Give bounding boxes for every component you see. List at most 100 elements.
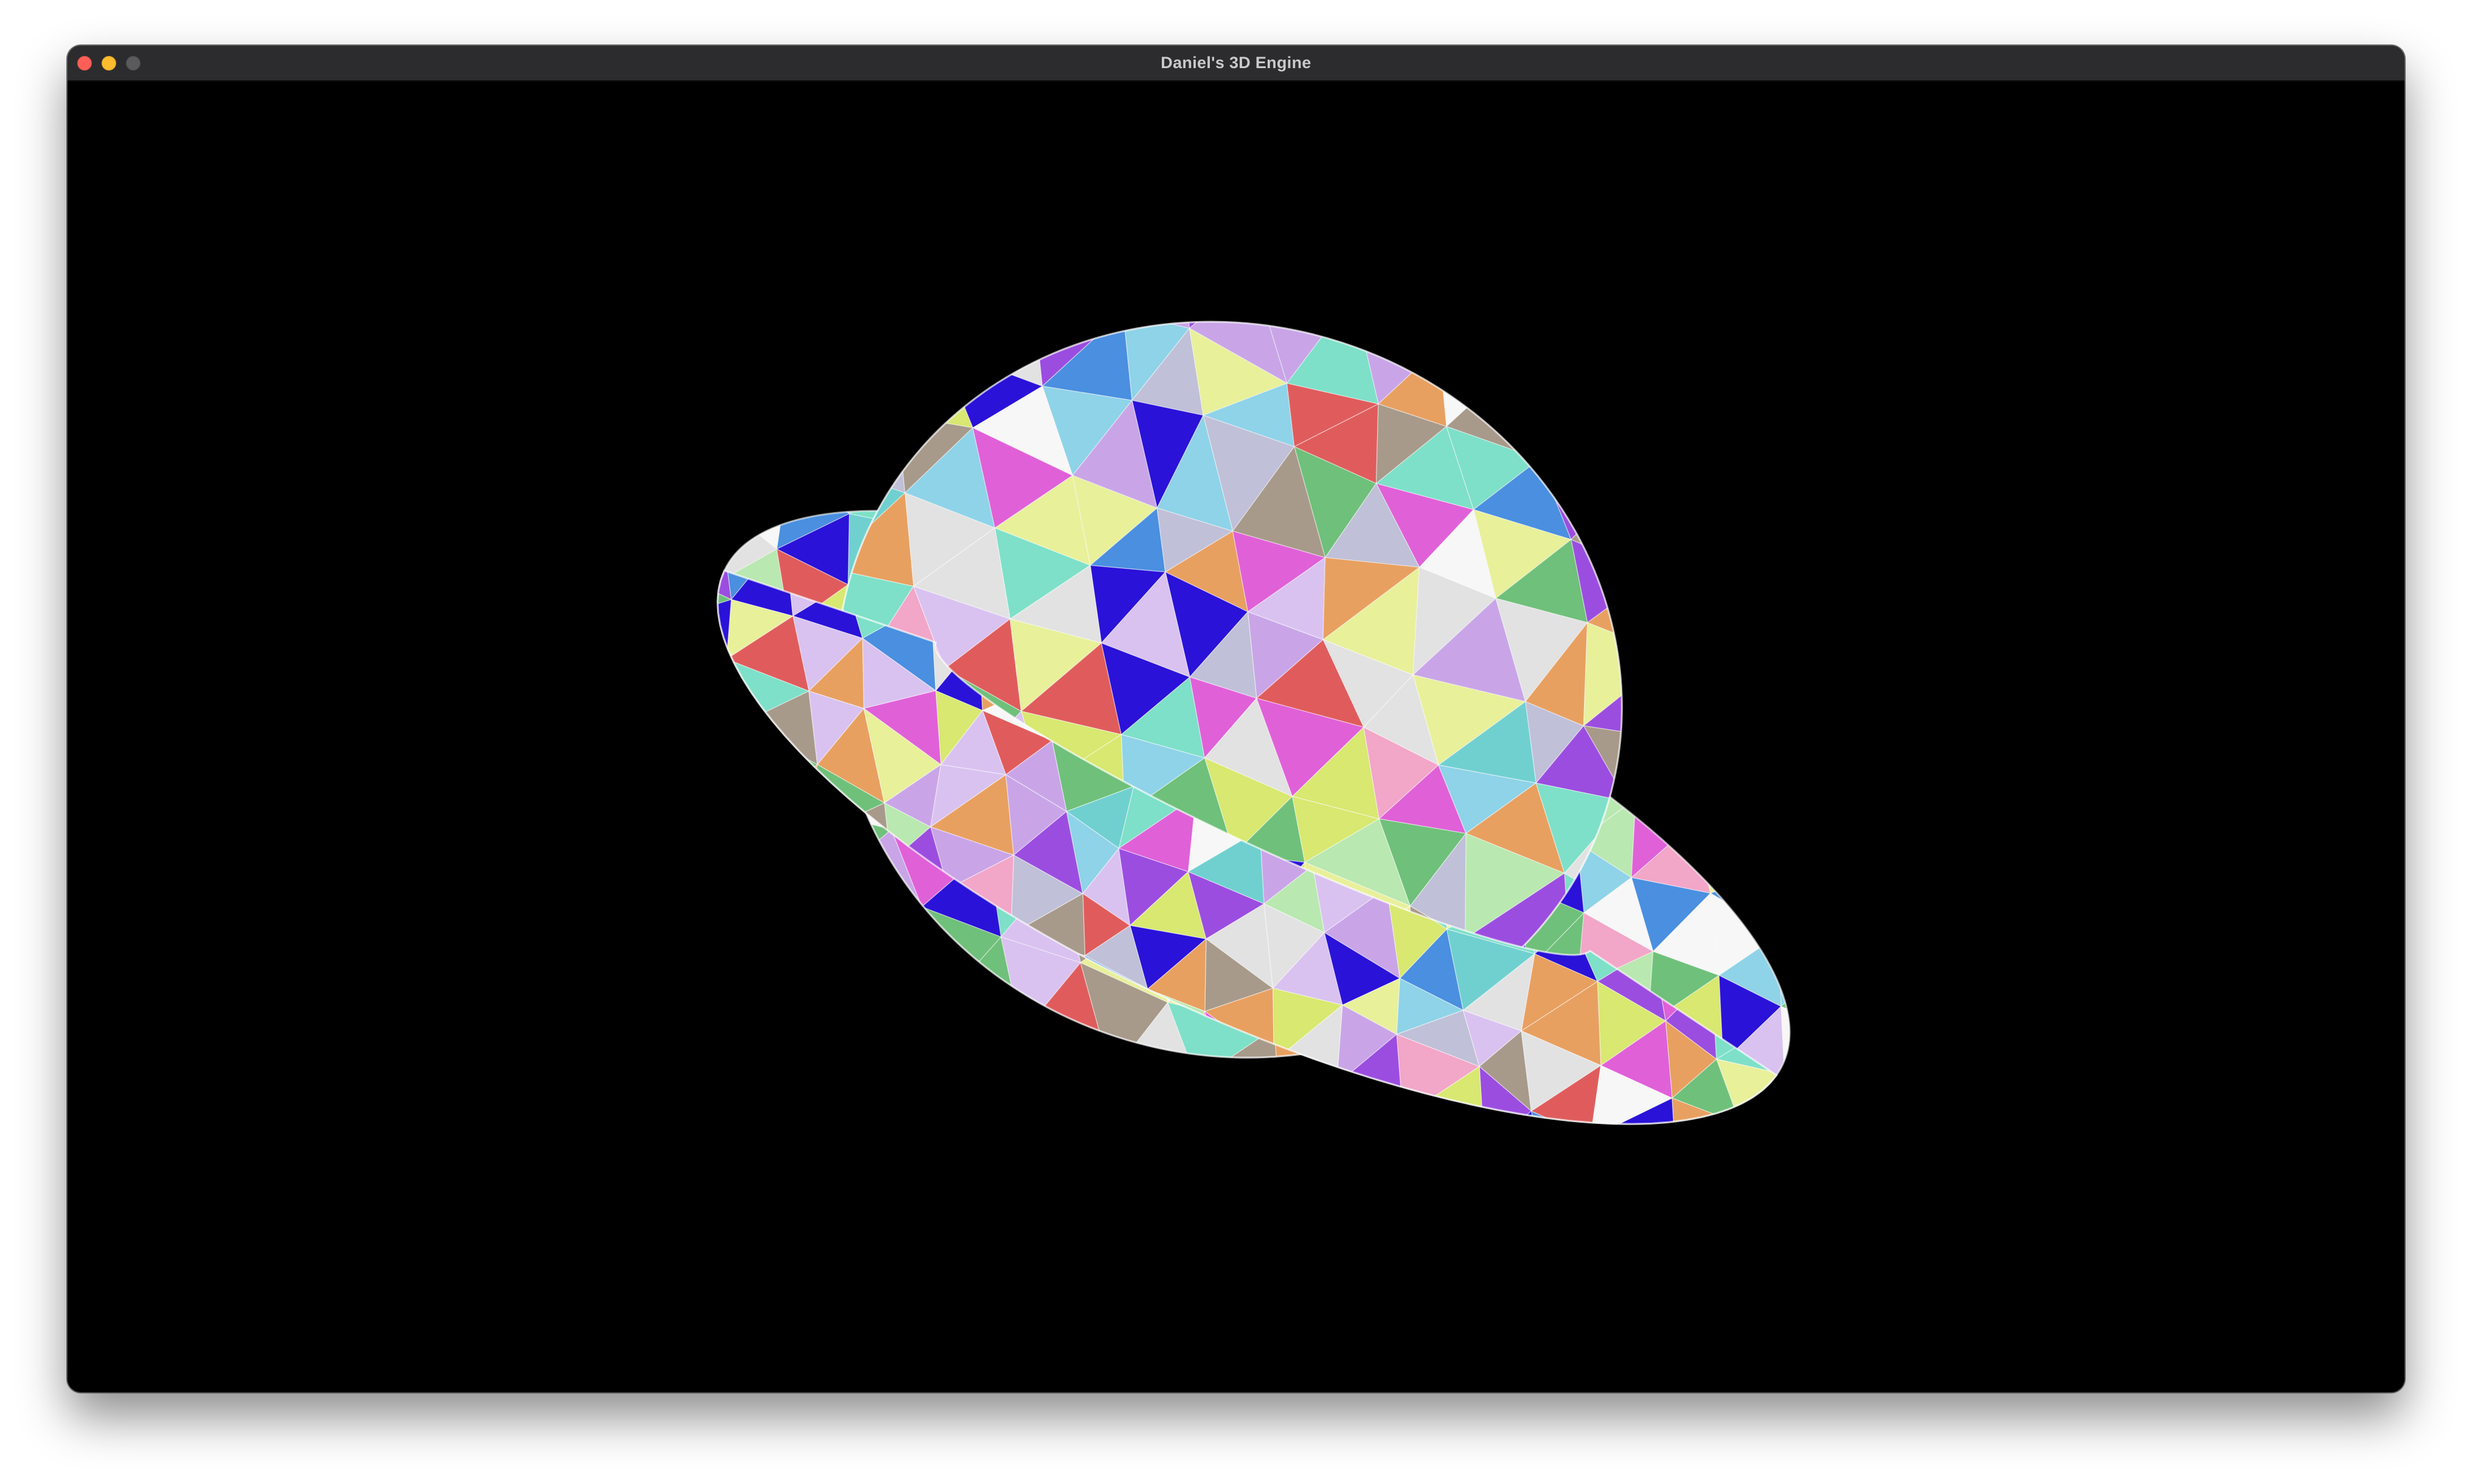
mesh-triangle (1780, 1005, 1853, 1090)
mesh-triangle (1860, 1114, 1917, 1182)
mesh-triangle (1843, 370, 1929, 479)
mesh-triangle (1729, 585, 1815, 684)
mesh-triangle (1485, 1179, 1552, 1246)
mesh-triangle (1835, 932, 1868, 986)
mesh-triangle (1489, 276, 1585, 364)
mesh-triangle (1639, 470, 1718, 576)
mesh-triangle (1903, 986, 1979, 1084)
app-window: Daniel's 3D Engine (68, 46, 2404, 1392)
mesh-triangle (1613, 1235, 1688, 1323)
mesh-triangle (1417, 1108, 1474, 1199)
mesh-triangle (1968, 880, 2024, 943)
mesh-triangle (1835, 954, 1868, 1038)
mesh-triangle (764, 389, 836, 398)
mesh-triangle (1897, 877, 1979, 956)
mesh-triangle (1290, 1083, 1344, 1124)
mesh-triangle (1515, 362, 1627, 460)
mesh-triangle (1240, 220, 1344, 275)
mesh-triangle (1538, 393, 1640, 471)
mesh-triangle (1341, 1108, 1424, 1199)
mesh-triangle (1222, 1060, 1291, 1124)
mesh-triangle (1800, 1100, 1852, 1191)
mesh-triangle (594, 570, 671, 619)
mesh-triangle (740, 769, 795, 871)
mesh-triangle (1968, 922, 2029, 984)
mesh-triangle (1875, 1149, 1922, 1213)
mesh-triangle (1745, 1300, 1819, 1365)
mesh-triangle (1850, 1083, 1868, 1149)
mesh-triangle (1800, 1182, 1875, 1248)
mesh-triangle (1755, 755, 1777, 812)
mesh-triangle (788, 319, 898, 416)
mesh-triangle (835, 321, 911, 383)
mesh-triangle (1797, 1295, 1861, 1382)
mesh-triangle (544, 664, 628, 749)
mesh-triangle (1637, 682, 1695, 767)
mesh-triangle (674, 556, 721, 638)
mesh-triangle (1911, 1148, 1996, 1226)
render-viewport[interactable] (68, 81, 2404, 1392)
mesh-triangle (939, 295, 1043, 387)
mesh-triangle (1252, 220, 1354, 296)
mesh-triangle (763, 389, 849, 431)
mesh-triangle (1897, 856, 1963, 910)
mesh-triangle (850, 319, 942, 416)
mesh-triangle (1736, 1232, 1800, 1296)
mesh-triangle (774, 426, 859, 501)
mesh-triangle (1352, 240, 1440, 348)
mesh-triangle (913, 94, 1015, 195)
mesh-triangle (1715, 1058, 1777, 1124)
mesh-triangle (1775, 357, 1844, 448)
mesh-triangle (834, 389, 912, 431)
mesh-triangle (1929, 423, 2027, 506)
mesh-triangle (720, 474, 785, 535)
mesh-triangle (785, 369, 859, 426)
mesh-triangle (1775, 370, 1866, 479)
mesh-triangle (1273, 1060, 1338, 1124)
mesh-triangle (639, 712, 686, 768)
mesh-triangle (1511, 1117, 1606, 1159)
mesh-triangle (1860, 1064, 1922, 1149)
mesh-triangle (1763, 739, 1819, 817)
mesh-triangle (912, 220, 1016, 251)
mesh-triangle (1846, 856, 1900, 910)
mesh-triangle (1693, 765, 1765, 823)
mesh-triangle (1806, 479, 1904, 564)
mesh-triangle (1688, 424, 1718, 519)
mesh-triangle (1756, 724, 1777, 792)
mesh-triangle (1844, 1189, 1868, 1246)
mesh-triangle (1609, 1233, 1687, 1246)
mesh-triangle (1277, 1072, 1363, 1151)
mesh-triangle (830, 296, 900, 365)
mesh-triangle (1122, 244, 1190, 329)
mesh-triangle (1737, 1278, 1795, 1345)
mesh-triangle (1963, 877, 2021, 956)
mesh-triangle (1837, 850, 1868, 933)
mesh-triangle (1814, 1328, 1875, 1392)
mesh-triangle (1032, 223, 1124, 313)
mesh-triangle (639, 556, 675, 638)
mesh-triangle (1600, 1159, 1687, 1235)
mesh-triangle (1835, 906, 1868, 955)
mesh-triangle (1473, 1138, 1536, 1228)
mesh-triangle (1894, 851, 1967, 932)
mesh-triangle (1474, 1165, 1549, 1241)
mesh-triangle (1805, 894, 1899, 988)
mesh-triangle (1664, 334, 1718, 425)
mesh-triangle (740, 869, 818, 955)
mesh-triangle (1738, 1295, 1813, 1382)
mesh-triangle (1763, 858, 1777, 932)
mesh-triangle (717, 723, 755, 819)
mesh-triangle (1536, 1141, 1627, 1159)
title-bar[interactable]: Daniel's 3D Engine (68, 46, 2404, 81)
mesh-triangle (758, 772, 818, 850)
mesh-triangle (1877, 1226, 1931, 1288)
mesh-triangle (1771, 815, 1839, 907)
mesh-triangle (1607, 1199, 1665, 1290)
mesh-triangle (1763, 794, 1819, 872)
mesh-triangle (559, 746, 613, 809)
mesh-triangle (1729, 536, 1815, 625)
mesh-triangle (1795, 1300, 1878, 1365)
mesh-triangle (1675, 1125, 1743, 1198)
mesh-triangle (1515, 293, 1627, 395)
